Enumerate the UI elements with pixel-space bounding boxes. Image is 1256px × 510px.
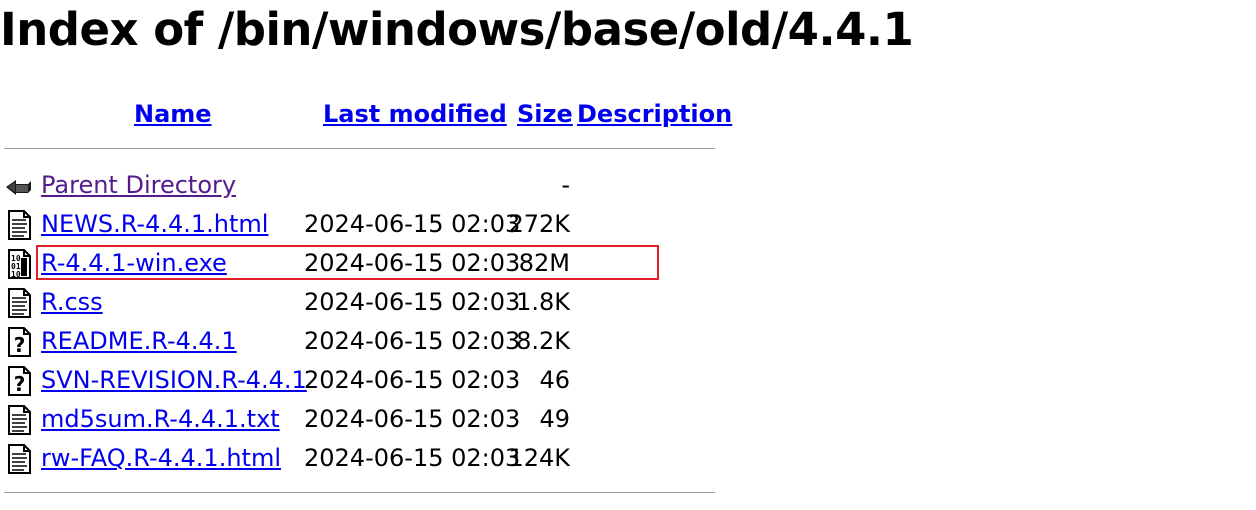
table-row: ? README.R-4.4.1 2024-06-15 02:03 8.2K [0,325,720,359]
binary-file-icon: 10 01 10 [8,249,31,279]
sort-by-size-link[interactable]: Size [517,99,573,129]
svg-text:?: ? [14,372,26,396]
last-modified: 2024-06-15 02:03 [304,405,521,433]
text-file-icon [8,288,31,318]
text-file-icon [8,405,31,435]
text-file-icon [8,444,31,474]
footer-divider [4,492,715,493]
last-modified: 2024-06-15 02:03 [304,366,521,394]
back-icon [6,180,31,195]
file-link[interactable]: md5sum.R-4.4.1.txt [41,403,280,435]
text-file-icon [8,210,31,240]
file-size: 124K [508,444,570,472]
sort-by-name-link[interactable]: Name [134,99,212,129]
highlight-box [36,245,659,280]
file-link[interactable]: SVN-REVISION.R-4.4.1 [41,364,307,396]
file-size: 8.2K [516,327,570,355]
page-title: Index of /bin/windows/base/old/4.4.1 [0,3,914,56]
file-size: 46 [539,366,570,394]
svg-text:?: ? [14,333,26,357]
file-size: 272K [508,210,570,238]
last-modified: 2024-06-15 02:03 [304,210,521,238]
header-divider [4,148,715,149]
last-modified: 2024-06-15 02:03 [304,444,521,472]
file-size: - [561,171,570,199]
file-size: 49 [539,405,570,433]
sort-by-description-link[interactable]: Description [577,99,732,129]
svg-text:10: 10 [11,270,21,279]
table-row: rw-FAQ.R-4.4.1.html 2024-06-15 02:03 124… [0,442,720,476]
table-row: NEWS.R-4.4.1.html 2024-06-15 02:03 272K [0,208,720,242]
last-modified: 2024-06-15 02:03 [304,288,521,316]
table-row: R.css 2024-06-15 02:03 1.8K [0,286,720,320]
file-link[interactable]: R.css [41,286,103,318]
file-link[interactable]: rw-FAQ.R-4.4.1.html [41,442,281,474]
file-size: 1.8K [516,288,570,316]
unknown-file-icon: ? [8,327,31,357]
file-link[interactable]: README.R-4.4.1 [41,325,237,357]
sort-by-last-modified-link[interactable]: Last modified [323,99,507,129]
unknown-file-icon: ? [8,366,31,396]
last-modified: 2024-06-15 02:03 [304,327,521,355]
parent-directory-link[interactable]: Parent Directory [41,169,236,201]
file-link[interactable]: NEWS.R-4.4.1.html [41,208,268,240]
table-row: md5sum.R-4.4.1.txt 2024-06-15 02:03 49 [0,403,720,437]
table-row: ? SVN-REVISION.R-4.4.1 2024-06-15 02:03 … [0,364,720,398]
table-row-parent-directory: Parent Directory - [0,169,720,203]
